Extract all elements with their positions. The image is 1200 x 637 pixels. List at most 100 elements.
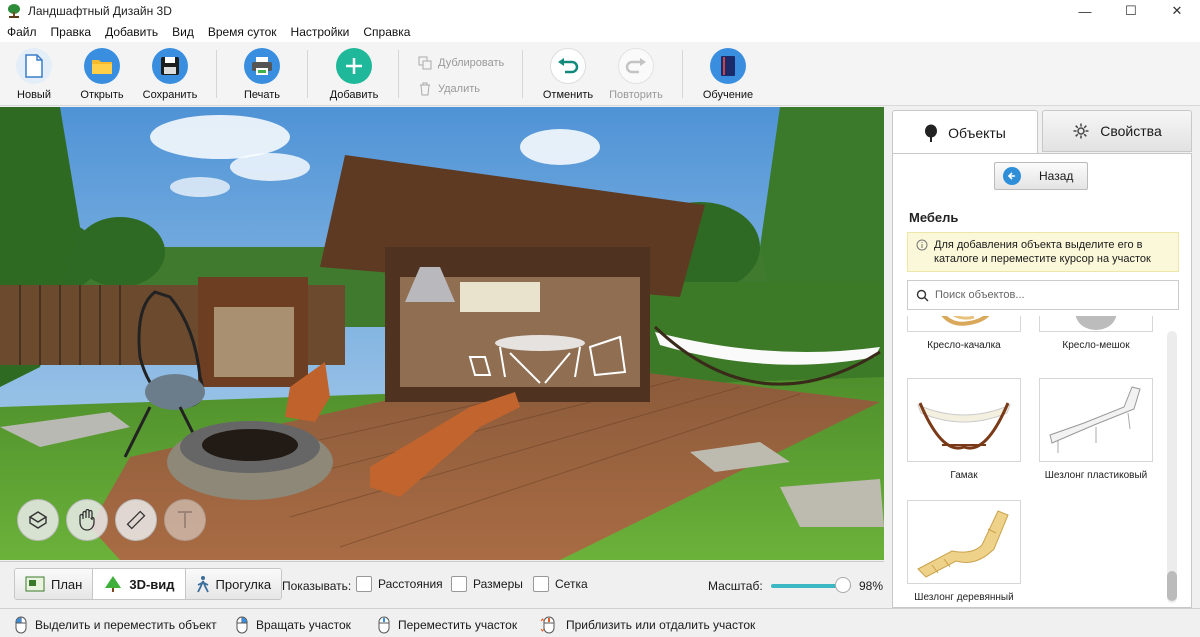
toolbar-separator (682, 50, 683, 98)
menu-help[interactable]: Справка (356, 25, 417, 39)
bean-bag-thumbnail (1039, 316, 1153, 332)
window-title: Ландшафтный Дизайн 3D (28, 4, 172, 18)
undo-button[interactable]: Отменить (534, 48, 602, 104)
toolbar-separator (216, 50, 217, 98)
arrow-left-icon (1003, 167, 1021, 185)
catalog-scrollbar[interactable] (1167, 331, 1177, 603)
grid-label: Сетка (555, 577, 588, 591)
3d-viewport[interactable] (0, 107, 884, 560)
tab-3d-view[interactable]: 3D-вид (93, 569, 186, 599)
sizes-checkbox[interactable]: Размеры (451, 576, 523, 592)
garden-scene-render (0, 107, 884, 560)
zoom-value: 98% (859, 579, 884, 593)
trash-icon (420, 82, 430, 96)
info-hint: Для добавления объекта выделите его в ка… (907, 232, 1179, 272)
catalog-item-wooden-lounger[interactable]: Шезлонг деревянный (907, 500, 1021, 603)
ruler-icon[interactable] (115, 499, 157, 541)
tab-walk-label: Прогулка (215, 576, 272, 592)
hammock-thumbnail (907, 378, 1021, 462)
distances-checkbox[interactable]: Расстояния (356, 576, 443, 592)
tab-objects-label: Объекты (948, 124, 1006, 141)
info-icon (916, 239, 928, 251)
info-hint-text: Для добавления объекта выделите его в ка… (934, 239, 1151, 265)
catalog-scrollbar-thumb[interactable] (1167, 571, 1177, 601)
walking-person-icon (196, 576, 209, 593)
hint-rotate: Вращать участок (236, 616, 351, 634)
tab-properties[interactable]: Свойства (1042, 110, 1192, 152)
toolbar-separator (307, 50, 308, 98)
plus-icon (336, 48, 372, 84)
duplicate-label: Дублировать (438, 57, 505, 69)
checkbox-box (451, 576, 467, 592)
catalog-item-label: Гамак (950, 470, 978, 481)
redo-label: Повторить (609, 89, 663, 101)
print-label: Печать (243, 89, 281, 101)
search-input[interactable] (935, 289, 1165, 301)
zoom-slider-thumb[interactable] (835, 577, 851, 593)
hint-select-move-label: Выделить и переместить объект (35, 618, 217, 632)
3d-tree-icon (105, 576, 122, 592)
delete-label: Удалить (438, 83, 480, 95)
sizes-label: Размеры (473, 577, 523, 591)
floppy-disk-icon (152, 48, 188, 84)
menu-edit[interactable]: Правка (44, 25, 99, 39)
open-label: Открыть (80, 89, 124, 101)
menu-time-of-day[interactable]: Время суток (201, 25, 284, 39)
save-button[interactable]: Сохранить (136, 48, 204, 104)
menu-view[interactable]: Вид (165, 25, 201, 39)
toolbar-separator (522, 50, 523, 98)
right-panel: Объекты Свойства Назад Мебель Для добавл… (892, 107, 1200, 608)
undo-icon (550, 48, 586, 84)
minimize-button[interactable]: — (1062, 0, 1108, 22)
print-button[interactable]: Печать (228, 48, 296, 104)
menu-file[interactable]: Файл (0, 25, 44, 39)
checkbox-box (356, 576, 372, 592)
grid-checkbox[interactable]: Сетка (533, 576, 588, 592)
tab-objects[interactable]: Объекты (892, 110, 1038, 154)
redo-button[interactable]: Повторить (602, 48, 670, 104)
hint-move-label: Переместить участок (398, 618, 518, 632)
menu-bar: Файл Правка Добавить Вид Время суток Нас… (0, 22, 1200, 42)
tab-plan-label: План (51, 576, 83, 592)
undo-label: Отменить (542, 89, 594, 101)
catalog-item-bean-bag[interactable]: Кресло-мешок (1039, 316, 1153, 351)
back-label: Назад (1039, 169, 1074, 183)
menu-add[interactable]: Добавить (98, 25, 165, 39)
maximize-button[interactable]: ☐ (1108, 0, 1154, 22)
hand-icon[interactable] (66, 499, 108, 541)
mouse-right-click-icon (236, 616, 248, 634)
book-icon (710, 48, 746, 84)
save-label: Сохранить (142, 89, 198, 101)
plastic-lounger-thumbnail (1039, 378, 1153, 462)
close-button[interactable]: ✕ (1154, 0, 1200, 22)
catalog-item-hammock[interactable]: Гамак (907, 378, 1021, 481)
menu-settings[interactable]: Настройки (284, 25, 357, 39)
delete-button[interactable]: Удалить (418, 82, 480, 96)
open-button[interactable]: Открыть (68, 48, 136, 104)
tree-icon (925, 124, 938, 142)
search-icon (916, 289, 929, 301)
catalog-item-rocking-chair[interactable]: Кресло-качалка (907, 316, 1021, 351)
show-label: Показывать: (282, 579, 352, 593)
rotate-3d-icon[interactable] (17, 499, 59, 541)
catalog-item-plastic-lounger[interactable]: Шезлонг пластиковый (1039, 378, 1153, 481)
tab-properties-label: Свойства (1100, 123, 1162, 139)
back-button[interactable]: Назад (994, 162, 1088, 190)
mouse-scroll-icon (540, 616, 555, 634)
tutorial-button[interactable]: Обучение (694, 48, 762, 104)
objects-panel-body: Назад Мебель Для добавления объекта выде… (892, 153, 1192, 608)
add-label: Добавить (329, 89, 379, 101)
mouse-middle-click-icon (378, 616, 390, 634)
hint-rotate-label: Вращать участок (256, 618, 351, 632)
catalog-item-label: Кресло-мешок (1062, 340, 1130, 351)
tab-plan[interactable]: План (15, 569, 94, 599)
status-bar: Выделить и переместить объект Вращать уч… (0, 608, 1200, 637)
tutorial-label: Обучение (702, 89, 754, 101)
duplicate-button[interactable]: Дублировать (418, 56, 504, 70)
tab-walk[interactable]: Прогулка (185, 569, 282, 599)
add-button[interactable]: Добавить (320, 48, 388, 104)
new-button[interactable]: Новый (0, 48, 68, 104)
text-icon[interactable] (164, 499, 206, 541)
toolbar-separator (398, 50, 399, 98)
redo-icon (618, 48, 654, 84)
